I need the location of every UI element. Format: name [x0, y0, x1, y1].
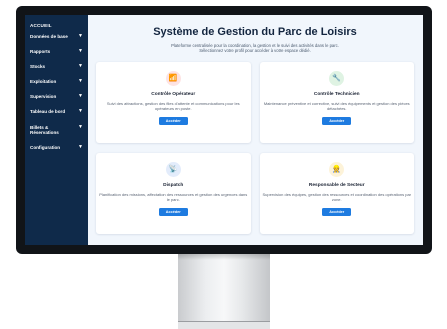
acceder-button[interactable]: Accéder: [322, 116, 352, 125]
page-subtitle: Plateforme centralisée pour la coordinat…: [96, 43, 414, 54]
chevron-down-icon: ▼: [78, 33, 83, 39]
sidebar-item-label: Rapports: [30, 49, 51, 55]
acceder-button[interactable]: Accéder: [322, 207, 352, 216]
card-description: Planification des missions, affectation …: [99, 191, 248, 202]
card-title: Dispatch: [163, 182, 184, 188]
sidebar-item-label: Tableau de bord: [30, 109, 66, 115]
sidebar-item-supervision[interactable]: Supervision ▼: [25, 94, 88, 100]
card-description: Suivi des attractions, gestion des files…: [106, 100, 240, 111]
sidebar-item-rapports[interactable]: Rapports ▼: [25, 48, 88, 55]
chevron-down-icon: ▼: [78, 108, 83, 115]
wrench-icon: 🔧: [329, 70, 345, 86]
sidebar-item-stocks[interactable]: Stocks ▼: [25, 64, 88, 70]
main-content: Système de Gestion du Parc de Loisirs Pl…: [88, 15, 423, 245]
sidebar-item-label: Exploitation: [30, 79, 57, 85]
card-title: Responsable de Secteur: [308, 182, 365, 188]
profile-cards: 📶 Contrôle Opérateur Suivi des attractio…: [96, 61, 414, 234]
app-screen: ACCUEIL Données de base ▼ Rapports ▼ Sto…: [25, 15, 423, 245]
monitor-stand-base: [178, 321, 270, 329]
sidebar-item-billets-reservations[interactable]: Billets & Réservations ▼: [25, 123, 88, 136]
chevron-down-icon: ▼: [78, 63, 83, 70]
sidebar-item-label: Billets & Réservations: [30, 124, 59, 136]
sidebar-item-label: Stocks: [30, 64, 46, 70]
chevron-down-icon: ▼: [78, 123, 83, 130]
chevron-down-icon: ▼: [78, 144, 83, 151]
worker-icon: 👷: [329, 161, 345, 177]
card-dispatch: 📡 Dispatch Planification des missions, a…: [96, 152, 251, 234]
sidebar-item-label: Configuration: [30, 145, 61, 151]
card-controle-operateur: 📶 Contrôle Opérateur Suivi des attractio…: [96, 61, 251, 143]
acceder-button[interactable]: Accéder: [158, 207, 188, 216]
chevron-down-icon: ▼: [78, 78, 83, 85]
card-title: Contrôle Technicien: [313, 91, 360, 97]
sidebar: ACCUEIL Données de base ▼ Rapports ▼ Sto…: [25, 15, 88, 245]
card-description: Supervision des équipes, gestion des res…: [262, 191, 412, 202]
card-description: Maintenance préventive et corrective, su…: [263, 100, 410, 111]
card-responsable-de-secteur: 👷 Responsable de Secteur Supervision des…: [259, 152, 414, 234]
subtitle-line: Sélectionnez votre profil pour accéder à…: [199, 48, 311, 54]
signal-bars-icon: 📶: [165, 70, 181, 86]
monitor-frame: ACCUEIL Données de base ▼ Rapports ▼ Sto…: [16, 6, 432, 254]
acceder-button[interactable]: Accéder: [158, 116, 188, 125]
sidebar-item-configuration[interactable]: Configuration ▼: [25, 145, 88, 151]
sidebar-item-donnees-de-base[interactable]: Données de base ▼: [25, 33, 88, 40]
sidebar-item-label: Supervision: [30, 94, 57, 100]
monitor-stand: [178, 254, 270, 329]
chevron-down-icon: ▼: [78, 48, 83, 55]
sidebar-item-exploitation[interactable]: Exploitation ▼: [25, 79, 88, 85]
satellite-dish-icon: 📡: [165, 161, 181, 177]
card-controle-technicien: 🔧 Contrôle Technicien Maintenance préven…: [259, 61, 414, 143]
page-title: Système de Gestion du Parc de Loisirs: [153, 26, 357, 38]
sidebar-item-label: Données de base: [30, 34, 68, 39]
card-title: Contrôle Opérateur: [151, 91, 196, 97]
stand-shadow: [178, 254, 270, 260]
sidebar-item-tableau-de-bord[interactable]: Tableau de bord ▼: [25, 109, 88, 115]
chevron-down-icon: ▼: [78, 93, 83, 100]
